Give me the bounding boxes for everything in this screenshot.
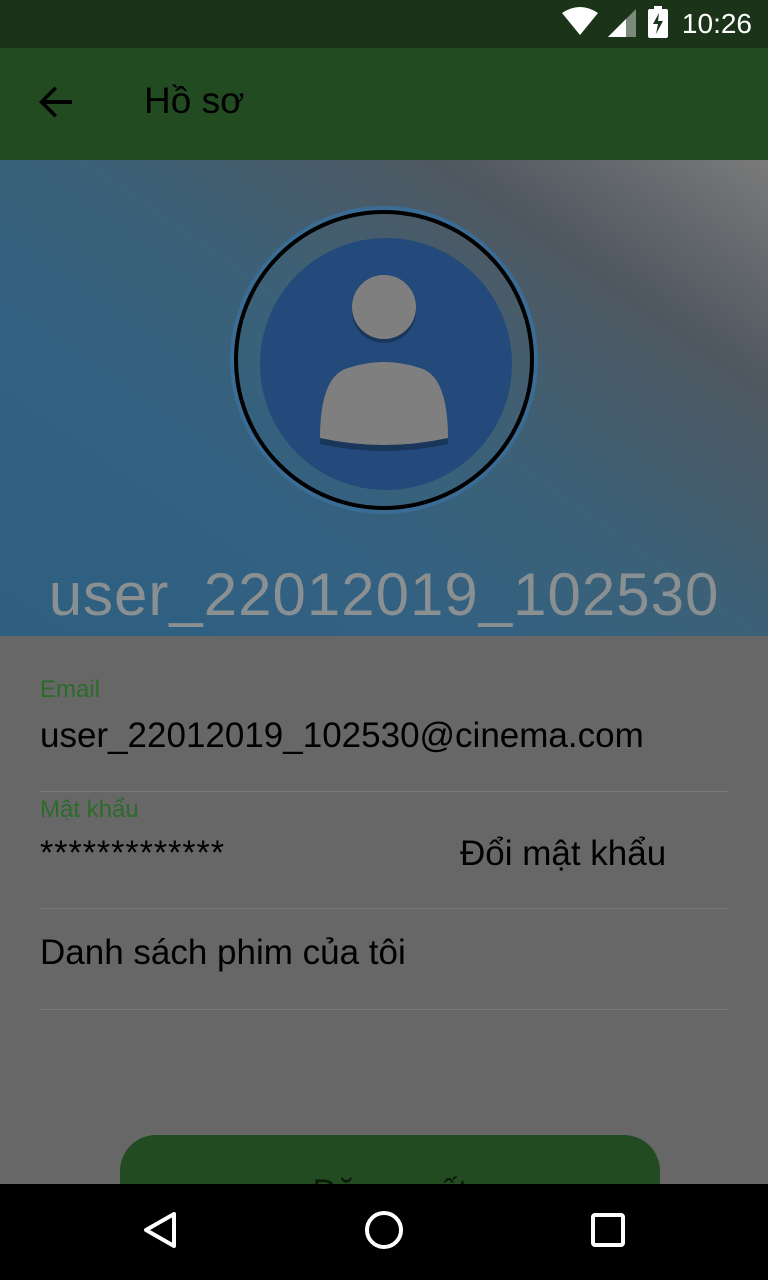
email-value: user_22012019_102530@cinema.com [40, 716, 644, 755]
status-bar: 10:26 [0, 0, 768, 48]
circle-home-icon [364, 1210, 404, 1254]
profile-header: user_22012019_102530 [0, 160, 768, 636]
email-row: Email user_22012019_102530@cinema.com [40, 676, 728, 792]
cellular-signal-icon [607, 7, 638, 41]
my-movies-label: Danh sách phim của tôi [40, 933, 406, 972]
nav-back-button[interactable] [128, 1200, 192, 1264]
nav-recents-button[interactable] [576, 1200, 640, 1264]
triangle-back-icon [140, 1210, 180, 1254]
page-title: Hồ sơ [144, 80, 245, 121]
password-row: Mật khẩu ************* Đổi mật khẩu [40, 796, 728, 909]
my-movies-list-item[interactable]: Danh sách phim của tôi [40, 909, 728, 1010]
square-recents-icon [590, 1212, 626, 1252]
wifi-icon [561, 7, 598, 41]
app-bar: Hồ sơ [0, 48, 768, 160]
system-nav-bar [0, 1184, 768, 1280]
status-icons: 10:26 [561, 0, 752, 48]
person-avatar-icon [228, 206, 540, 520]
avatar[interactable] [228, 204, 540, 516]
nav-home-button[interactable] [352, 1200, 416, 1264]
back-button[interactable] [24, 76, 88, 132]
change-password-button[interactable]: Đổi mật khẩu [460, 834, 666, 874]
arrow-left-icon [38, 84, 74, 124]
password-label: Mật khẩu [40, 796, 139, 823]
password-value: ************* [40, 834, 226, 872]
profile-details: Email user_22012019_102530@cinema.com Mậ… [0, 636, 768, 1235]
username: user_22012019_102530 [48, 561, 720, 628]
status-time: 10:26 [681, 8, 752, 39]
battery-charging-icon [647, 6, 668, 42]
email-label: Email [40, 676, 101, 703]
